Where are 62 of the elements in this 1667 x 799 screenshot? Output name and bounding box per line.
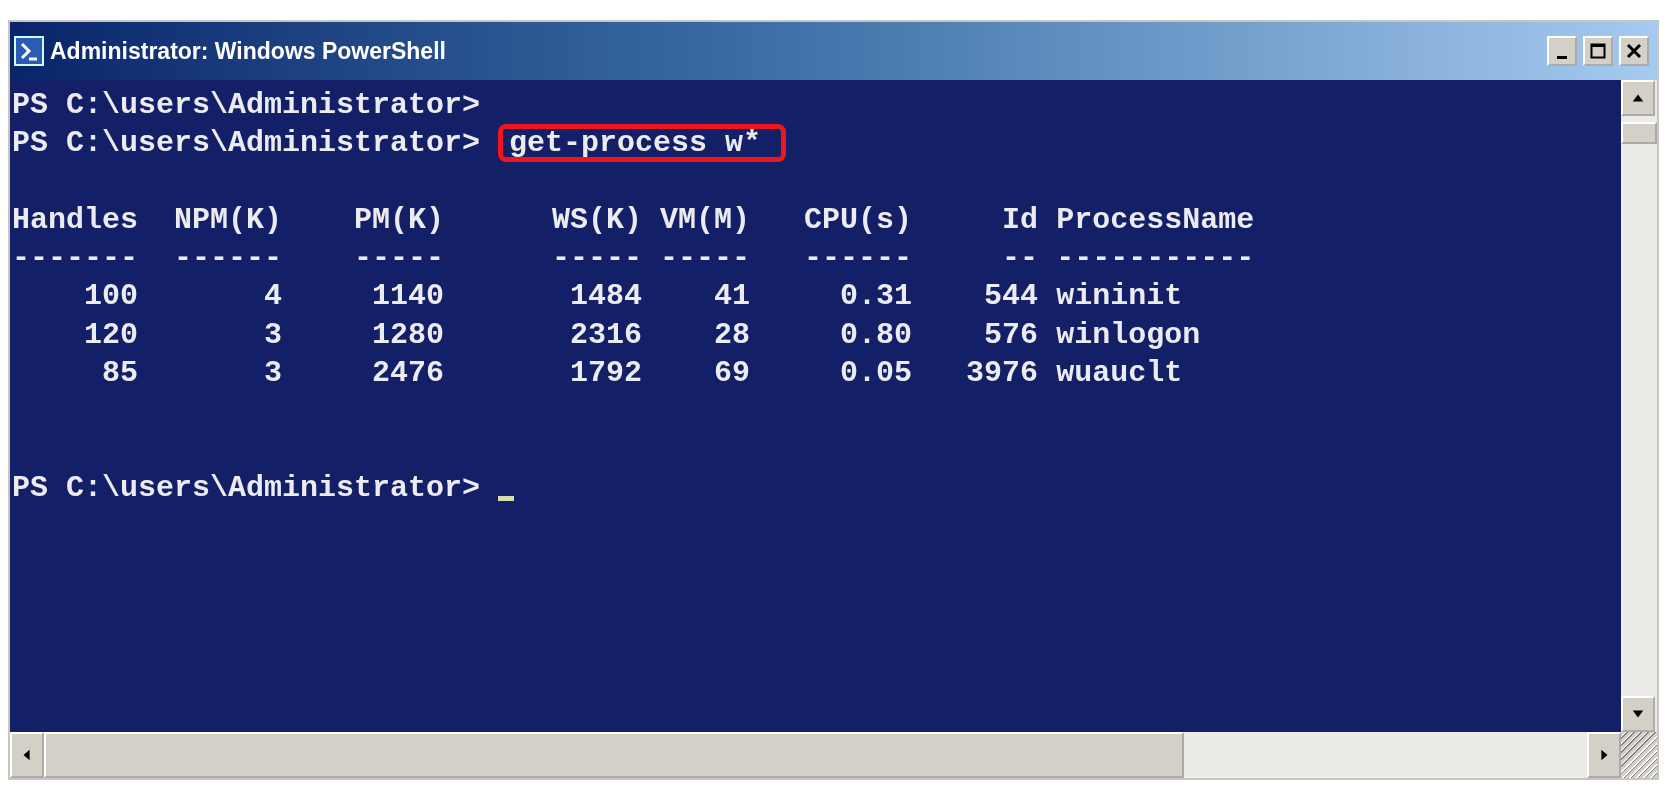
table-cell-text: 1484 — [569, 278, 643, 316]
minimize-button[interactable] — [1547, 36, 1577, 66]
maximize-button[interactable] — [1583, 36, 1613, 66]
prompt-text: PS C:\users\Administrator> — [12, 125, 481, 163]
table-cell-text: 2316 — [569, 316, 643, 354]
column-header: Handles — [12, 201, 138, 239]
highlighted-command: get-process w* — [498, 124, 787, 163]
column-header: WS(K) — [551, 201, 643, 239]
table-cell-text: 1140 — [371, 278, 445, 316]
table-cell-text: 3976 — [965, 355, 1039, 393]
table-cell-text: wuauclt — [1055, 355, 1184, 393]
table-cell-text: 3 — [263, 316, 283, 354]
column-header: NPM(K) — [173, 201, 283, 239]
header-rule: ----- — [353, 240, 445, 278]
resize-grip[interactable] — [1621, 732, 1657, 778]
vertical-scrollbar[interactable] — [1621, 80, 1657, 732]
window-title: Administrator: Windows PowerShell — [50, 37, 447, 65]
scroll-left-button[interactable] — [10, 732, 44, 778]
header-rule: ------- — [12, 240, 138, 278]
prompt-text: PS C:\users\Administrator> — [12, 87, 481, 124]
scroll-thumb[interactable] — [1621, 122, 1657, 144]
header-rule: ----------- — [1055, 240, 1256, 278]
scroll-up-button[interactable] — [1621, 80, 1655, 116]
close-button[interactable] — [1619, 36, 1649, 66]
column-header: Id — [1001, 201, 1039, 239]
header-rule: -- — [1001, 240, 1039, 278]
scroll-down-button[interactable] — [1621, 696, 1655, 732]
table-cell-text: 120 — [83, 316, 138, 354]
powershell-icon — [14, 36, 44, 66]
column-header: PM(K) — [353, 201, 445, 239]
column-header: ProcessName — [1055, 201, 1256, 239]
header-rule: ------ — [173, 240, 283, 278]
scroll-right-button[interactable] — [1587, 732, 1621, 778]
table-cell-text: winlogon — [1055, 316, 1202, 354]
table-cell-text: 41 — [713, 278, 751, 316]
table-cell-text: 2476 — [371, 355, 445, 393]
table-cell-text: 3 — [263, 355, 283, 393]
table-cell-text: 544 — [983, 278, 1039, 316]
table-cell-text: 1280 — [371, 316, 445, 354]
maximize-icon — [1590, 43, 1606, 59]
header-rule: ----- — [659, 240, 751, 278]
table-cell-text: 0.05 — [839, 355, 913, 393]
close-icon — [1626, 43, 1642, 59]
column-header: CPU(s) — [803, 201, 913, 239]
table-cell-text: 0.80 — [839, 316, 913, 354]
horizontal-scrollbar[interactable] — [10, 732, 1657, 778]
minimize-icon — [1557, 55, 1567, 59]
table-cell-text: wininit — [1055, 278, 1184, 316]
scroll-thumb[interactable] — [44, 732, 1184, 778]
header-rule: ----- — [551, 240, 643, 278]
table-cell-text: 4 — [263, 278, 283, 316]
table-cell-text: 85 — [101, 355, 138, 393]
column-header: VM(M) — [659, 201, 751, 239]
table-cell-text: 1792 — [569, 355, 643, 393]
prompt-text: PS C:\users\Administrator> — [12, 469, 481, 507]
text-cursor — [498, 496, 515, 502]
table-cell-text: 28 — [713, 316, 751, 354]
table-cell-text: 69 — [713, 355, 751, 393]
table-cell-text: 0.31 — [839, 278, 913, 316]
header-rule: ------ — [803, 240, 913, 278]
table-cell-text: 100 — [83, 278, 138, 316]
table-cell-text: 576 — [983, 316, 1039, 354]
